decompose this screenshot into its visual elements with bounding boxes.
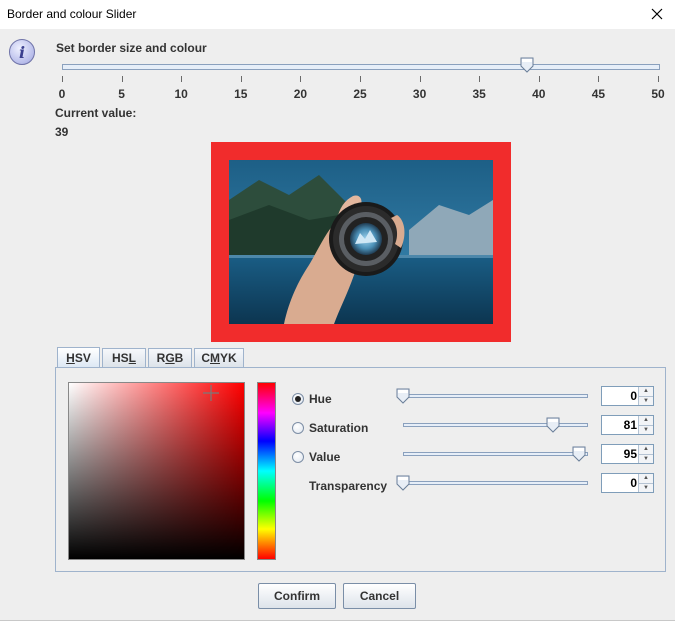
tab-hsv-label: HSV: [66, 351, 91, 365]
preview-border: [211, 142, 511, 342]
hue-label: Hue: [309, 392, 332, 406]
slider-thumb[interactable]: [520, 57, 534, 73]
current-value-label: Current value:: [55, 106, 137, 120]
hue-slider[interactable]: [403, 394, 588, 398]
slider-tick: [240, 76, 242, 82]
value-slider[interactable]: [403, 452, 588, 456]
saturation-slider[interactable]: [403, 423, 588, 427]
slider-tick: [181, 76, 183, 82]
slider-tick-label: 40: [532, 87, 546, 101]
hsv-panel: Hue 0 ▲ ▼ Saturation 81 ▲ ▼ Value 95 ▲ ▼ Tr…: [55, 367, 666, 572]
value-slider-thumb[interactable]: [572, 446, 586, 462]
tab-hsv[interactable]: HSV: [57, 347, 100, 368]
saturation-value-picker[interactable]: [68, 382, 245, 560]
spinner-down-icon[interactable]: ▼: [639, 455, 653, 464]
transparency-spinner[interactable]: 0 ▲ ▼: [601, 473, 654, 493]
slider-tick-label: 5: [118, 87, 125, 101]
slider-tick-label: 20: [293, 87, 308, 101]
current-value: 39: [55, 125, 69, 139]
tab-hsl-label: HSL: [111, 351, 136, 365]
transparency-value: 0: [630, 476, 637, 490]
slider-tick: [598, 76, 600, 82]
tab-cmyk-label: CMYK: [201, 351, 237, 365]
value-label: Value: [309, 450, 341, 464]
picker-crosshair-icon: [203, 385, 219, 401]
spinner-down-icon[interactable]: ▼: [639, 484, 653, 493]
hue-radio[interactable]: [292, 393, 304, 405]
slider-tick: [360, 76, 361, 82]
slider-heading: Set border size and colour: [56, 41, 207, 55]
confirm-button[interactable]: Confirm: [258, 583, 336, 609]
slider-tick-label: 10: [174, 87, 188, 101]
slider-tick-label: 45: [591, 87, 606, 101]
slider-tick: [658, 76, 659, 82]
tab-rgb-label: RGB: [156, 351, 184, 365]
spinner-up-icon[interactable]: ▲: [639, 474, 653, 484]
spinner-down-icon[interactable]: ▼: [639, 426, 653, 435]
hue-value: 0: [630, 389, 637, 403]
slider-track[interactable]: [62, 64, 660, 70]
tab-rgb[interactable]: RGB: [148, 348, 192, 367]
transparency-slider[interactable]: [403, 481, 588, 485]
saturation-spinner[interactable]: 81 ▲ ▼: [601, 415, 654, 435]
spinner-up-icon[interactable]: ▲: [639, 387, 653, 397]
saturation-value: 81: [623, 418, 637, 432]
value-radio[interactable]: [292, 451, 304, 463]
slider-tick: [62, 76, 63, 82]
slider-tick-label: 15: [234, 87, 248, 101]
hue-slider-thumb[interactable]: [396, 388, 410, 404]
slider-tick-label: 30: [412, 87, 427, 101]
window-bottom-edge: [0, 620, 675, 624]
saturation-slider-thumb[interactable]: [546, 417, 560, 433]
slider-tick: [121, 76, 123, 82]
slider-tick-label: 35: [472, 87, 486, 101]
saturation-radio[interactable]: [292, 422, 304, 434]
spinner-down-icon[interactable]: ▼: [639, 397, 653, 406]
cancel-button[interactable]: Cancel: [343, 583, 416, 609]
slider-tick-label: 25: [353, 87, 367, 101]
spinner-up-icon[interactable]: ▲: [639, 445, 653, 455]
transparency-slider-thumb[interactable]: [396, 475, 410, 491]
slider-tick: [300, 76, 302, 82]
spinner-up-icon[interactable]: ▲: [639, 416, 653, 426]
value-value: 95: [623, 447, 637, 461]
hue-spinner[interactable]: 0 ▲ ▼: [601, 386, 654, 406]
value-spinner[interactable]: 95 ▲ ▼: [601, 444, 654, 464]
info-icon: i: [9, 39, 35, 65]
tab-cmyk[interactable]: CMYK: [194, 348, 244, 367]
slider-tick: [538, 76, 540, 82]
preview-image: [229, 160, 493, 324]
hue-strip[interactable]: [257, 382, 276, 560]
dialog-body: i Set border size and colour 0 5 10 15 20 25 3…: [0, 29, 675, 620]
transparency-label: Transparency: [309, 479, 388, 493]
saturation-label: Saturation: [309, 421, 369, 435]
slider-tick-label: 0: [58, 87, 66, 101]
slider-tick: [479, 76, 481, 82]
window-title: Border and colour Slider: [7, 7, 137, 21]
slider-tick-label: 50: [651, 87, 665, 101]
tab-hsl[interactable]: HSL: [102, 348, 146, 367]
close-icon[interactable]: [645, 3, 669, 25]
slider-tick: [419, 76, 421, 82]
title-bar: Border and colour Slider: [0, 0, 675, 29]
